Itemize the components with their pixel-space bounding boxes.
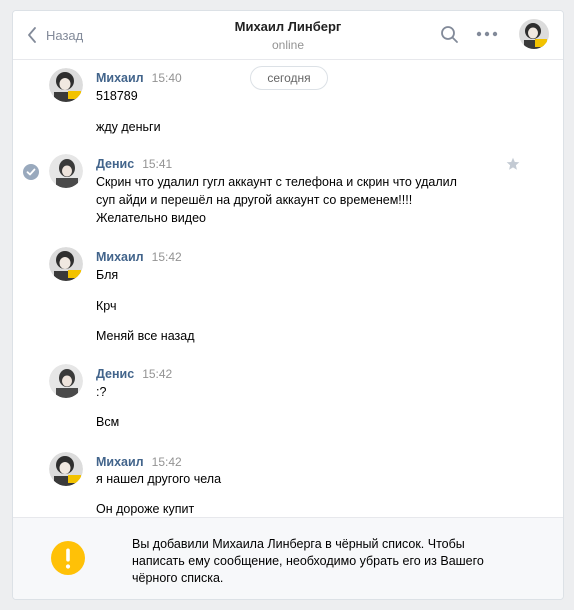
message-text: Крч [96, 299, 117, 313]
message-author[interactable]: Михаил 15:42 [96, 250, 182, 264]
message-time: 15:41 [142, 157, 173, 171]
message-text: Меняй все назад [96, 329, 195, 343]
message-author[interactable]: Михаил 15:42 [96, 455, 182, 469]
warning-icon [51, 541, 85, 575]
message-text: Скрин что удалил гугл аккаунт с телефона… [96, 175, 457, 189]
message-text: Желательно видео [96, 211, 206, 225]
star-icon[interactable] [506, 157, 520, 171]
message-author[interactable]: Михаил 15:40 [96, 71, 182, 85]
search-icon[interactable] [440, 25, 460, 45]
message-text: :? [96, 385, 107, 399]
contact-status: online [271, 38, 305, 52]
message-time: 15:42 [142, 367, 173, 381]
message-text: жду деньги [96, 120, 161, 134]
avatar[interactable] [49, 452, 83, 486]
message-text: 518789 [96, 89, 138, 103]
avatar[interactable] [49, 364, 83, 398]
blacklist-notice-text: Вы добавили Михаила Линберга в чёрный сп… [132, 537, 484, 585]
contact-avatar[interactable] [519, 19, 549, 49]
message-author[interactable]: Денис 15:41 [96, 157, 172, 171]
avatar[interactable] [49, 68, 83, 102]
message-time: 15:40 [151, 71, 182, 85]
chat-window: Назад Михаил Линберг online сегодня Миха… [12, 10, 564, 600]
selected-check-icon[interactable] [23, 164, 39, 180]
message-text: я нашел другого чела [96, 472, 222, 486]
message-text: Он дороже купит [96, 502, 195, 516]
message-time: 15:42 [151, 250, 182, 264]
chat-header: Назад Михаил Линберг online [13, 11, 563, 60]
more-options-icon[interactable] [476, 31, 498, 39]
message-time: 15:42 [151, 455, 182, 469]
blacklist-notice: Вы добавили Михаила Линберга в чёрный сп… [13, 517, 563, 599]
message-text: Всм [96, 415, 120, 429]
message-author[interactable]: Денис 15:42 [96, 367, 172, 381]
message-text: Бля [96, 268, 119, 282]
message-history[interactable]: сегодня Михаил 15:40 518789 жду деньги Д… [13, 60, 563, 516]
message-text: суп айди и перешёл на другой аккаунт со … [96, 193, 413, 207]
avatar[interactable] [49, 247, 83, 281]
avatar[interactable] [49, 154, 83, 188]
